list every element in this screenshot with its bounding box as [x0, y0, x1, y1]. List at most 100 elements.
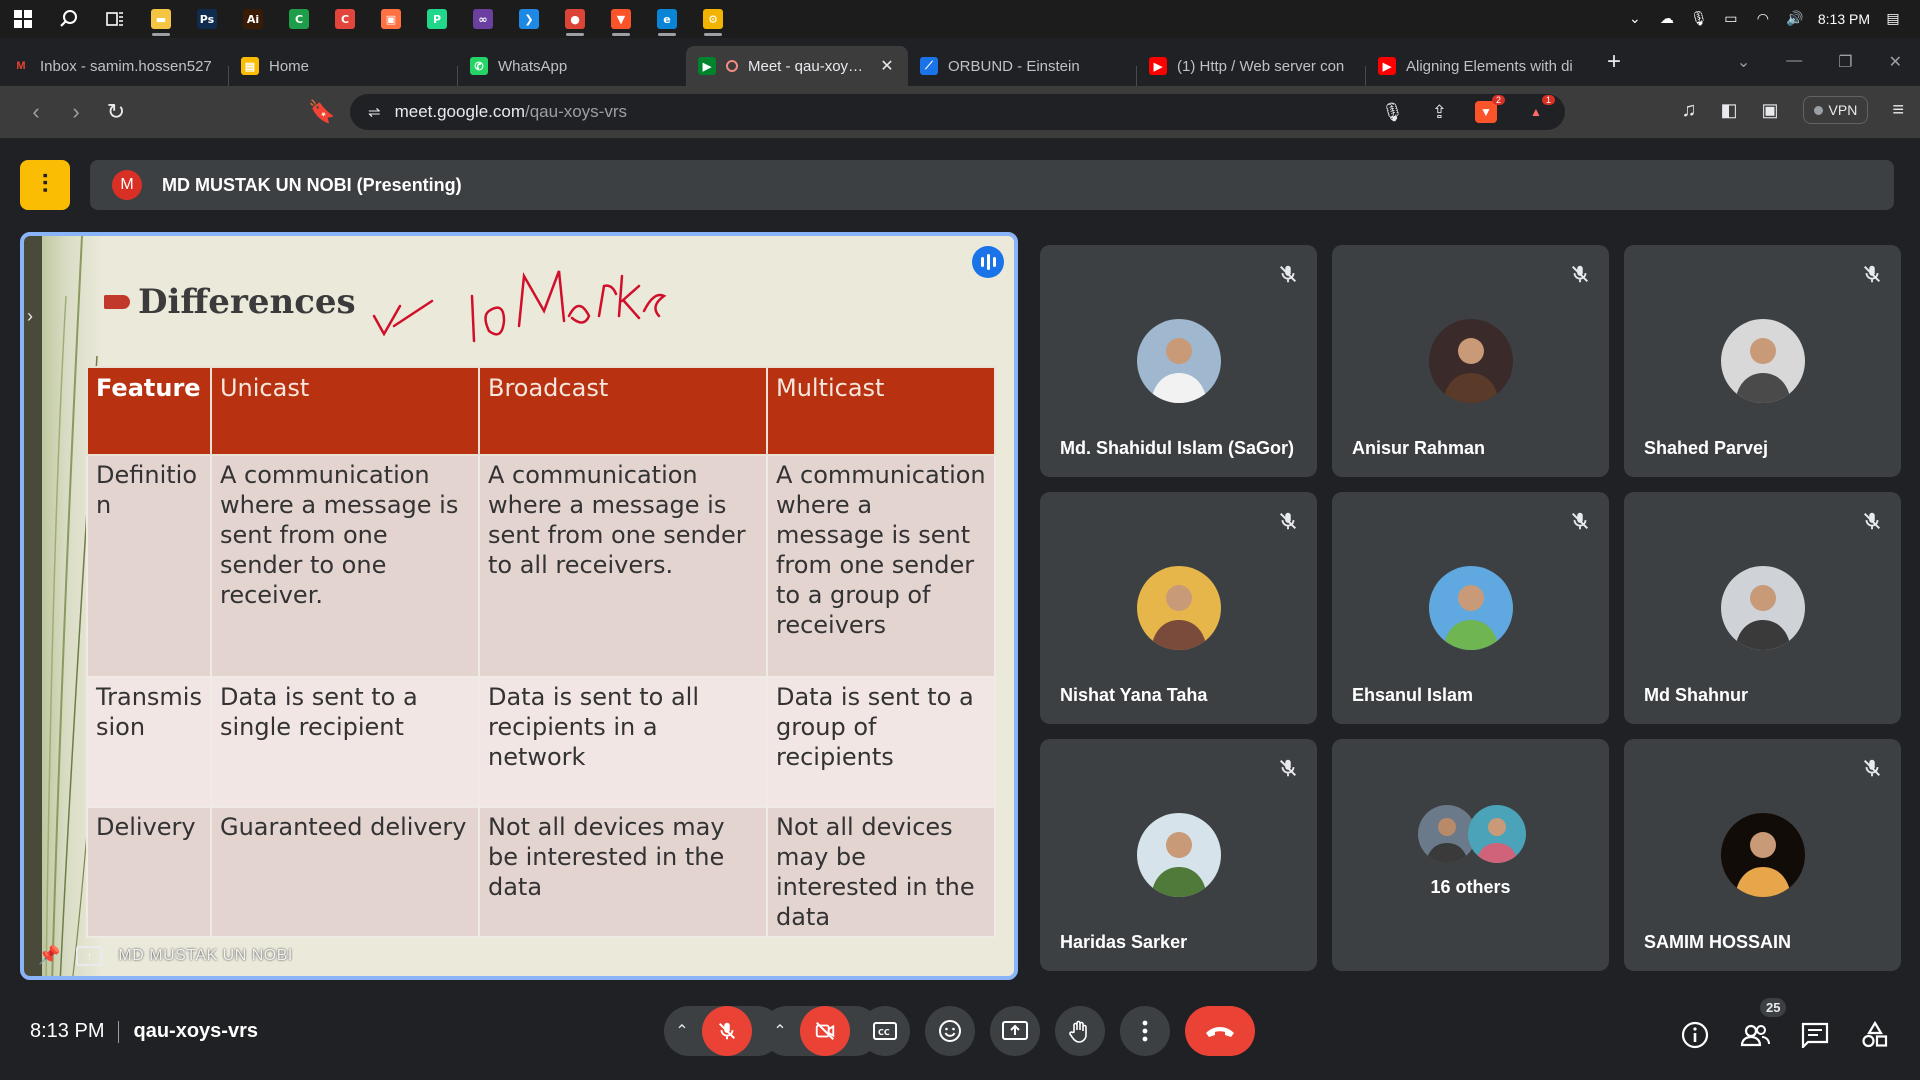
participant-tile[interactable]: Md Shahnur [1624, 492, 1901, 724]
taskbar-app[interactable]: C [276, 0, 322, 38]
meeting-details-button[interactable] [1680, 1020, 1710, 1050]
mic-icon[interactable]: 🎙 [1381, 102, 1404, 123]
brave-shields-icon[interactable]: ▼ 2 [1475, 95, 1505, 123]
leave-call-button[interactable] [1185, 1006, 1255, 1056]
table-cell: Definitio n [86, 454, 212, 678]
participant-tile[interactable]: Ehsanul Islam [1332, 492, 1609, 724]
meet-icon: ▶ [698, 57, 716, 75]
tab-title: (1) Http / Web server con [1177, 57, 1345, 75]
reactions-button[interactable] [925, 1006, 975, 1056]
brave-rewards-icon[interactable]: ▲ 1 [1525, 95, 1555, 123]
tab-title: Inbox - samim.hossen527 [40, 57, 212, 75]
people-button[interactable]: 25 [1740, 998, 1787, 1050]
present-screen-icon[interactable]: ↑ [76, 945, 103, 966]
others-tile[interactable]: 16 others [1332, 739, 1609, 971]
browser-tab[interactable]: ▶ (1) Http / Web server con [1137, 46, 1365, 86]
activities-button[interactable] [1860, 1020, 1890, 1050]
vscode-icon: ❯ [519, 9, 539, 29]
cloud-icon[interactable]: ☁ [1658, 11, 1676, 27]
brave-icon: ▼ [611, 9, 631, 29]
participant-tile[interactable]: Haridas Sarker [1040, 739, 1317, 971]
taskbar-app[interactable]: ∞ [460, 0, 506, 38]
participant-name: Ehsanul Islam [1352, 685, 1474, 705]
taskbar-app[interactable] [46, 0, 92, 38]
browser-tab[interactable]: ▤ Home [229, 46, 457, 86]
table-cell: Transmis sion [86, 676, 212, 808]
chevron-up-icon[interactable]: ⌄ [1626, 11, 1644, 27]
reload-icon[interactable]: ↻ [96, 99, 136, 125]
taskbar-app[interactable] [0, 0, 46, 38]
vpn-button[interactable]: VPN [1802, 96, 1869, 124]
rewards-count: 1 [1541, 95, 1555, 105]
hand-icon [1069, 1020, 1087, 1043]
sidebar-icon[interactable]: ◧ [1721, 100, 1738, 121]
participant-tile[interactable]: Anisur Rahman [1332, 245, 1609, 477]
pin-icon[interactable]: 📌 [38, 945, 60, 966]
browser-tabstrip: M Inbox - samim.hossen527 ▤ Home ✆ WhatsApp ▶ M… [0, 38, 1920, 86]
avatar [1136, 319, 1221, 403]
taskbar-app[interactable]: Ai [230, 0, 276, 38]
taskbar-app[interactable]: ▣ [368, 0, 414, 38]
taskbar-app[interactable]: e [644, 0, 690, 38]
close-window-icon[interactable]: ✕ [1889, 52, 1902, 72]
volume-icon[interactable]: 🔊 [1786, 11, 1804, 27]
avatar [1428, 566, 1513, 650]
raise-hand-button[interactable] [1055, 1006, 1105, 1056]
forward-icon[interactable]: › [56, 99, 96, 125]
participant-tile[interactable]: Md. Shahidul Islam (SaGor) [1040, 245, 1317, 477]
browser-tab[interactable]: ▶ Meet - qau-xoys-v ✕ [686, 46, 908, 86]
restore-icon[interactable]: ❐ [1838, 52, 1852, 72]
menu-icon[interactable]: ≡ [1892, 99, 1904, 122]
video-settings-chevron-icon[interactable]: ⌃ [770, 1021, 790, 1041]
presentation-layout-icon[interactable]: ⫶ [20, 160, 70, 210]
tab-title: Meet - qau-xoys-v [748, 57, 868, 75]
participant-tile[interactable]: Shahed Parvej [1624, 245, 1901, 477]
participant-name: Shahed Parvej [1644, 438, 1769, 458]
audio-settings-chevron-icon[interactable]: ⌃ [672, 1021, 692, 1041]
site-info-icon[interactable]: ⇌ [368, 103, 381, 121]
close-tab-icon[interactable]: ✕ [878, 56, 896, 76]
tab-search-icon[interactable]: ⌄ [1737, 52, 1750, 72]
mic-toggle-button[interactable] [702, 1006, 752, 1056]
minimize-icon[interactable]: — [1786, 52, 1802, 72]
table-row: Definitio nA communication where a messa… [86, 454, 997, 678]
taskbar-app[interactable]: ❯ [506, 0, 552, 38]
microphone-icon[interactable]: 🎙 [1690, 11, 1708, 27]
present-now-button[interactable] [990, 1006, 1040, 1056]
more-options-button[interactable] [1120, 1006, 1170, 1056]
taskbar-app[interactable]: C [322, 0, 368, 38]
participant-tile[interactable]: SAMIM HOSSAIN [1624, 739, 1901, 971]
address-bar[interactable]: ⇌ meet.google.com/qau-xoys-vrs 🎙 ⇪ ▼ 2 ▲ 1 [350, 94, 1565, 130]
browser-tab[interactable]: ▶ Aligning Elements with di [1366, 46, 1594, 86]
expand-icon[interactable]: › [27, 306, 33, 327]
participant-tile[interactable]: Nishat Yana Taha [1040, 492, 1317, 724]
captions-button[interactable]: CC [860, 1006, 910, 1056]
system-clock[interactable]: 8:13 PM [1818, 11, 1870, 27]
camera-toggle-button[interactable] [800, 1006, 850, 1056]
wallet-icon[interactable]: ▣ [1762, 100, 1779, 121]
table-cell: Delivery [86, 806, 212, 938]
wifi-icon[interactable]: ◠ [1754, 11, 1772, 27]
taskbar-app[interactable]: ▼ [598, 0, 644, 38]
browser-tab[interactable]: M Inbox - samim.hossen527 [0, 46, 228, 86]
browser-toolbar: ‹ › ↻ 🔖 ⇌ meet.google.com/qau-xoys-vrs 🎙… [0, 86, 1920, 138]
chat-button[interactable] [1800, 1020, 1830, 1050]
muted-mic-icon [1569, 263, 1591, 285]
browser-tab[interactable]: ⟋ ORBUND - Einstein [908, 46, 1136, 86]
share-icon[interactable]: ⇪ [1432, 102, 1447, 123]
new-tab-button[interactable]: + [1594, 48, 1634, 76]
search-icon [59, 9, 79, 29]
browser-tab[interactable]: ✆ WhatsApp [458, 46, 686, 86]
bookmark-icon[interactable]: 🔖 [302, 99, 342, 125]
taskbar-app[interactable]: P [414, 0, 460, 38]
taskbar-app[interactable] [92, 0, 138, 38]
taskbar-app[interactable]: Ps [184, 0, 230, 38]
taskbar-app[interactable]: ● [552, 0, 598, 38]
back-icon[interactable]: ‹ [16, 99, 56, 125]
taskbar-app[interactable]: ⚙ [690, 0, 736, 38]
comparison-table: Feature Unicast Broadcast Multicast Definit… [86, 366, 997, 938]
media-icon[interactable]: ♫ [1682, 99, 1697, 122]
notification-icon[interactable]: ▤ [1884, 11, 1902, 27]
battery-icon[interactable]: ▭ [1722, 11, 1740, 27]
taskbar-app[interactable]: ▬ [138, 0, 184, 38]
